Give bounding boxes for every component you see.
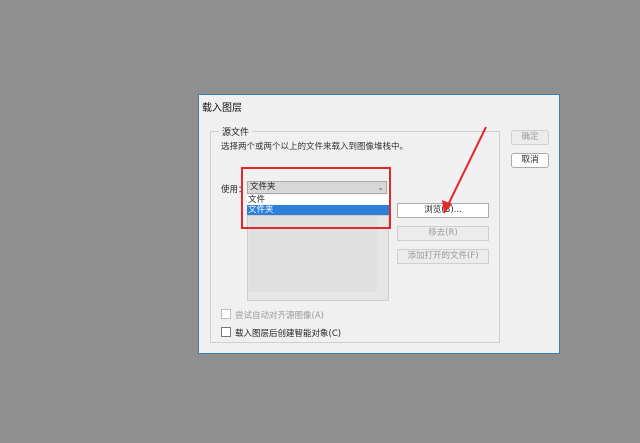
red-arrow-annotation [442,126,487,214]
arrow-line [447,126,487,206]
